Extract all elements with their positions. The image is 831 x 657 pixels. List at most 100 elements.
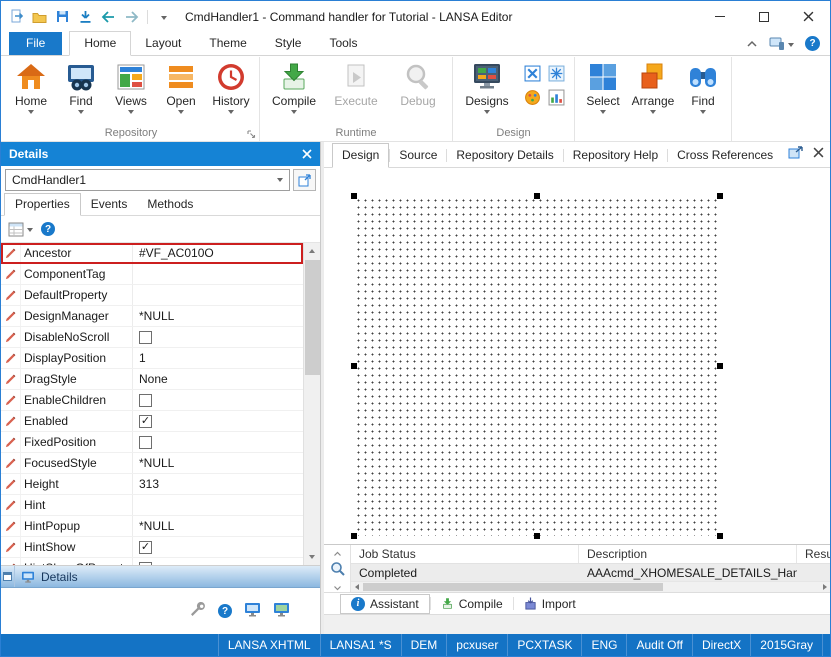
editor-tab-repository-details[interactable]: Repository Details — [447, 144, 562, 167]
selection-handle[interactable] — [351, 363, 357, 369]
job-row[interactable]: Completed AAAcmd_XHOMESALE_DETAILS_Handl… — [351, 564, 830, 582]
column-job-status[interactable]: Job Status — [351, 545, 579, 563]
help-icon[interactable] — [805, 36, 820, 51]
editor-tab-cross-references[interactable]: Cross References — [668, 144, 782, 167]
checkbox[interactable] — [139, 561, 152, 565]
checkbox[interactable] — [139, 393, 152, 407]
details-close-icon[interactable] — [302, 149, 312, 159]
property-row[interactable]: Ancestor #VF_AC010O — [1, 243, 303, 264]
property-value[interactable] — [133, 390, 303, 410]
properties-scrollbar[interactable] — [303, 243, 320, 565]
property-row[interactable]: HintShow ✓ — [1, 537, 303, 558]
property-value[interactable] — [133, 432, 303, 452]
snowflake-icon[interactable] — [545, 62, 568, 85]
maximize-button[interactable] — [742, 1, 786, 32]
property-value[interactable]: *NULL — [133, 306, 303, 326]
property-row[interactable]: FixedPosition — [1, 432, 303, 453]
property-row[interactable]: Height 313 — [1, 474, 303, 495]
property-row[interactable]: HintPopup *NULL — [1, 516, 303, 537]
monitor-icon[interactable] — [244, 602, 261, 620]
status-item[interactable]: Audit Off — [626, 634, 691, 656]
property-row[interactable]: HintShowOfParent — [1, 558, 303, 565]
palette-icon[interactable] — [521, 86, 544, 109]
status-item[interactable]: DEM — [400, 634, 447, 656]
property-value[interactable]: *NULL — [133, 453, 303, 473]
scroll-left-icon[interactable] — [351, 582, 362, 592]
status-item[interactable]: pcxuser — [446, 634, 507, 656]
status-item[interactable]: DirectX — [691, 634, 750, 656]
back-arrow-icon[interactable] — [100, 8, 117, 25]
editor-tab-source[interactable]: Source — [390, 144, 446, 167]
footer-help-icon[interactable] — [218, 604, 232, 618]
dock-up-icon[interactable] — [333, 546, 342, 560]
column-result[interactable]: Result — [797, 545, 830, 563]
selection-handle[interactable] — [534, 533, 540, 539]
tab-theme[interactable]: Theme — [195, 32, 260, 55]
forward-arrow-icon[interactable] — [123, 8, 140, 25]
property-row[interactable]: DragStyle None — [1, 369, 303, 390]
property-value[interactable]: ✓ — [133, 411, 303, 431]
scroll-up-icon[interactable] — [304, 243, 320, 259]
arrange-button[interactable]: Arrange — [628, 57, 678, 114]
device-preview-icon[interactable] — [769, 37, 794, 51]
save-icon[interactable] — [54, 8, 71, 25]
float-window-icon[interactable] — [788, 146, 803, 162]
property-row[interactable]: Enabled ✓ — [1, 411, 303, 432]
property-value[interactable]: ✓ — [133, 537, 303, 557]
scroll-right-icon[interactable] — [819, 582, 830, 592]
design-canvas[interactable] — [324, 168, 830, 544]
property-row[interactable]: EnableChildren — [1, 390, 303, 411]
checkbox[interactable]: ✓ — [139, 414, 152, 428]
property-row[interactable]: DesignManager *NULL — [1, 306, 303, 327]
selection-handle[interactable] — [717, 533, 723, 539]
property-row[interactable]: DisplayPosition 1 — [1, 348, 303, 369]
properties-help-icon[interactable] — [41, 222, 55, 236]
selection-handle[interactable] — [717, 193, 723, 199]
tab-import[interactable]: Import — [514, 594, 586, 614]
details-collapsed-bar[interactable]: Details — [1, 566, 320, 588]
property-row[interactable]: DefaultProperty — [1, 285, 303, 306]
collapse-ribbon-icon[interactable] — [746, 37, 758, 51]
property-value[interactable]: 1 — [133, 348, 303, 368]
property-row[interactable]: Hint — [1, 495, 303, 516]
property-value[interactable] — [133, 285, 303, 305]
close-button[interactable] — [786, 1, 830, 32]
column-description[interactable]: Description — [579, 545, 797, 563]
magnifier-icon[interactable] — [330, 561, 345, 579]
repository-dialog-launcher-icon[interactable] — [247, 130, 256, 139]
selection-handle[interactable] — [534, 193, 540, 199]
open-button[interactable]: Open — [156, 57, 206, 114]
property-row[interactable]: FocusedStyle *NULL — [1, 453, 303, 474]
export-grid-icon[interactable] — [521, 62, 544, 85]
tab-compile[interactable]: Compile — [431, 594, 513, 614]
minimize-button[interactable] — [698, 1, 742, 32]
tab-layout[interactable]: Layout — [131, 32, 195, 55]
history-button[interactable]: History — [206, 57, 256, 114]
tab-assistant[interactable]: Assistant — [340, 593, 430, 614]
tab-tools[interactable]: Tools — [315, 32, 371, 55]
compile-button[interactable]: Compile — [266, 57, 322, 114]
status-item[interactable]: ENG — [581, 634, 626, 656]
find-button[interactable]: Find — [56, 57, 106, 114]
editor-tab-repository-help[interactable]: Repository Help — [564, 144, 667, 167]
property-value[interactable]: 313 — [133, 474, 303, 494]
editor-tab-design[interactable]: Design — [332, 143, 390, 168]
property-value[interactable]: None — [133, 369, 303, 389]
open-component-button[interactable] — [293, 169, 316, 191]
property-row[interactable]: DisableNoScroll — [1, 327, 303, 348]
chart-icon[interactable] — [545, 86, 568, 109]
qat-dropdown-icon[interactable] — [155, 8, 172, 25]
property-value[interactable] — [133, 327, 303, 347]
tab-events[interactable]: Events — [81, 194, 138, 215]
status-item[interactable]: LANSA1 *S — [319, 634, 401, 656]
property-value[interactable]: #VF_AC010O — [133, 243, 303, 263]
job-horizontal-scrollbar[interactable] — [351, 582, 830, 592]
checkbox[interactable] — [139, 435, 152, 449]
designs-button[interactable]: Designs — [459, 57, 515, 114]
scroll-down-icon[interactable] — [304, 549, 320, 565]
selection-handle[interactable] — [351, 533, 357, 539]
find-design-button[interactable]: Find — [678, 57, 728, 114]
wrench-icon[interactable] — [190, 601, 206, 621]
select-button[interactable]: Select — [578, 57, 628, 114]
tab-methods[interactable]: Methods — [137, 194, 203, 215]
